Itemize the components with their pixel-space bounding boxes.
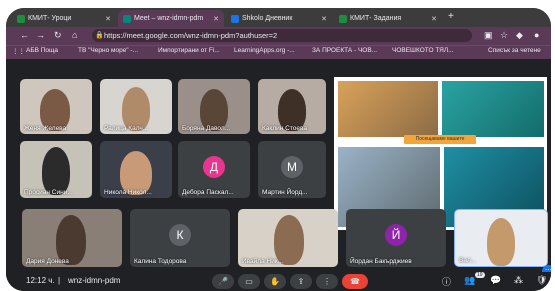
self-view-tile[interactable]: Вал... bbox=[454, 209, 548, 267]
participant-name: Каклин Стоева bbox=[262, 125, 307, 132]
participant-tile[interactable]: Й Йордан Бакърджиев bbox=[346, 209, 446, 267]
profile-icon[interactable]: ● bbox=[534, 30, 539, 40]
classroom-icon bbox=[17, 14, 25, 23]
participant-tile[interactable]: Боряна Давол... bbox=[178, 79, 250, 134]
camera-icon[interactable]: ▣ bbox=[484, 30, 493, 41]
slide-image-turtle bbox=[442, 81, 544, 137]
close-icon[interactable]: ✕ bbox=[102, 15, 111, 23]
participant-tile[interactable]: Женя Желева bbox=[20, 79, 92, 134]
tab-shkolo[interactable]: Shkolo Дневник ✕ bbox=[226, 10, 332, 27]
bookmark-body[interactable]: ЧОВЕШКОТО ТЯЛ... bbox=[392, 47, 454, 54]
tab-bar: КМИТ- Уроци ✕ Meet – wnz-idmn-pdm ✕ Shko… bbox=[6, 8, 551, 27]
slide-caption: Посещаваме вашите bbox=[404, 135, 476, 144]
info-icon[interactable]: ⓘ bbox=[442, 275, 451, 288]
raise-hand-button[interactable]: ✋ bbox=[264, 274, 286, 289]
participant-video bbox=[487, 218, 515, 266]
divider: | bbox=[58, 276, 61, 285]
slide-image-seals bbox=[338, 81, 438, 137]
tab-meet[interactable]: Meet – wnz-idmn-pdm ✕ bbox=[118, 10, 224, 27]
meet-grid: Женя Желева Ралица Калч... Боряна Давол.… bbox=[6, 59, 551, 291]
forward-icon[interactable]: → bbox=[36, 30, 45, 40]
tab-label: Shkolo Дневник bbox=[242, 15, 293, 22]
chat-icon[interactable]: 💬 bbox=[490, 275, 501, 286]
back-icon[interactable]: ← bbox=[20, 30, 29, 40]
participant-name: Боряна Давол... bbox=[182, 125, 231, 132]
participant-tile[interactable]: К Калина Тодорова bbox=[130, 209, 230, 267]
meet-controls: 12:12 ч. | wnz-idmn-pdm 🎤 ▭ ✋ ⇪ ⋮ ☎ ⓘ 👥 … bbox=[6, 272, 551, 291]
presentation-slide[interactable]: Посещаваме вашите bbox=[334, 77, 547, 230]
extensions-icon[interactable]: ◆ bbox=[516, 30, 523, 41]
participant-name: Просиан Сини... bbox=[24, 189, 73, 196]
bookmark-project[interactable]: ЗА ПРОЕКТА - ЧОВ... bbox=[312, 47, 377, 54]
bookmark-reading-list[interactable]: Списък за четене bbox=[488, 47, 541, 54]
participant-name: Мартин Йорд... bbox=[262, 189, 308, 196]
participant-tile[interactable]: Дария Донева bbox=[22, 209, 122, 267]
meeting-code: wnz-idmn-pdm bbox=[68, 276, 121, 285]
participant-tile[interactable]: Просиан Сини... bbox=[20, 141, 92, 198]
classroom-icon bbox=[339, 14, 347, 23]
lock-icon: 🔒 bbox=[95, 32, 104, 39]
bookmark-abv[interactable]: АБВ Поща bbox=[26, 47, 58, 54]
camera-icon: ▭ bbox=[245, 277, 253, 286]
phone-icon: ☎ bbox=[350, 277, 360, 286]
tab-kmit-lessons[interactable]: КМИТ- Уроци ✕ bbox=[12, 10, 116, 27]
star-icon[interactable]: ☆ bbox=[500, 30, 508, 41]
address-bar-row: ← → ↻ ⌂ 🔒 https://meet.google.com/wnz-id… bbox=[6, 27, 551, 45]
browser-window: КМИТ- Уроци ✕ Meet – wnz-idmn-pdm ✕ Shko… bbox=[6, 8, 551, 291]
close-icon[interactable]: ✕ bbox=[318, 15, 327, 23]
participant-tile[interactable]: Д Дебора Паскал... bbox=[178, 141, 250, 198]
meet-icon bbox=[123, 14, 131, 23]
people-icon[interactable]: 👥 bbox=[464, 275, 475, 286]
participant-count-badge: 19 bbox=[475, 272, 485, 278]
participant-avatar: Й bbox=[385, 224, 407, 247]
tab-label: КМИТ- Уроци bbox=[28, 15, 72, 22]
present-icon: ⇪ bbox=[297, 277, 305, 286]
participant-tile[interactable]: Каклин Стоева bbox=[258, 79, 326, 134]
participant-name: Никола Никол... bbox=[104, 189, 152, 196]
mic-icon: 🎤 bbox=[218, 277, 228, 286]
bookmark-imported[interactable]: Импортирани от Fi... bbox=[158, 47, 220, 54]
participant-tile[interactable]: Ралица Калч... bbox=[100, 79, 172, 134]
bookmark-learningapps[interactable]: LearningApps.org -... bbox=[234, 47, 295, 54]
participant-name: Дебора Паскал... bbox=[182, 189, 234, 196]
hand-icon: ✋ bbox=[270, 277, 280, 286]
address-bar[interactable]: 🔒 https://meet.google.com/wnz-idmn-pdm?a… bbox=[92, 29, 472, 42]
more-button[interactable]: ⋮ bbox=[316, 274, 338, 289]
present-button[interactable]: ⇪ bbox=[290, 274, 312, 289]
close-icon[interactable]: ✕ bbox=[210, 15, 219, 23]
camera-button[interactable]: ▭ bbox=[238, 274, 260, 289]
participant-tile[interactable]: Никола Никол... bbox=[100, 141, 172, 198]
participant-avatar: М bbox=[281, 155, 303, 178]
reload-icon[interactable]: ↻ bbox=[54, 30, 62, 41]
participant-name: Женя Желева bbox=[24, 125, 67, 132]
mic-button[interactable]: 🎤 bbox=[212, 274, 234, 289]
shkolo-icon bbox=[231, 14, 239, 23]
meeting-time: 12:12 ч. bbox=[26, 276, 55, 285]
participant-tile[interactable]: Ивайла Ник... bbox=[238, 209, 338, 267]
apps-icon[interactable]: ⋮⋮ bbox=[12, 47, 25, 55]
tab-label: КМИТ- Задания bbox=[350, 15, 402, 22]
new-tab-icon[interactable]: + bbox=[448, 11, 454, 22]
leave-call-button[interactable]: ☎ bbox=[342, 274, 368, 289]
participant-name: Вал... bbox=[459, 257, 477, 264]
bookmark-tv[interactable]: ТВ "Черно море" -... bbox=[78, 47, 138, 54]
participant-name: Йордан Бакърджиев bbox=[350, 258, 412, 265]
participant-avatar: Д bbox=[203, 155, 225, 178]
close-icon[interactable]: ✕ bbox=[428, 15, 437, 23]
participant-name: Ивайла Ник... bbox=[242, 258, 284, 265]
participant-video bbox=[42, 147, 70, 195]
participant-tile[interactable]: М Мартин Йорд... bbox=[258, 141, 326, 198]
participant-name: Дария Донева bbox=[26, 258, 69, 265]
participant-name: Калина Тодорова bbox=[134, 258, 187, 265]
url-text: https://meet.google.com/wnz-idmn-pdm?aut… bbox=[104, 31, 278, 40]
tab-kmit-tasks[interactable]: КМИТ- Задания ✕ bbox=[334, 10, 442, 27]
participant-avatar: К bbox=[169, 224, 191, 247]
activities-icon[interactable]: ⁂ bbox=[514, 275, 523, 286]
participant-name: Ралица Калч... bbox=[104, 125, 149, 132]
home-icon[interactable]: ⌂ bbox=[72, 30, 77, 40]
tab-label: Meet – wnz-idmn-pdm bbox=[134, 15, 204, 22]
bookmarks-bar: ⋮⋮ АБВ Поща ТВ "Черно море" -... Импорти… bbox=[6, 45, 551, 60]
more-vert-icon: ⋮ bbox=[323, 277, 331, 286]
host-controls-icon[interactable]: 🛡 bbox=[536, 275, 547, 286]
